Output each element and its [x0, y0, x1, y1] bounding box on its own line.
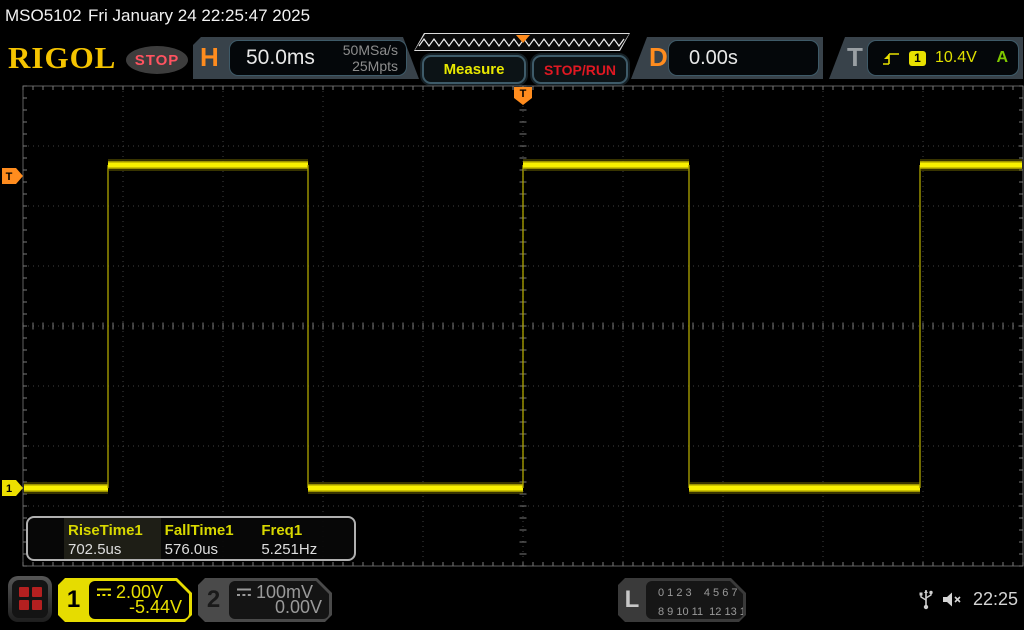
clock-text: 22:25 [973, 589, 1018, 610]
measurement-label: FallTime1 [165, 521, 258, 541]
usb-icon[interactable] [919, 588, 933, 610]
svg-text:T: T [520, 88, 527, 100]
measurement-label: Freq1 [261, 521, 354, 541]
measurement-label: RiseTime1 [68, 521, 161, 541]
channel2-badge[interactable]: 2 100mV 0.00V [198, 578, 332, 622]
trigger-level-marker[interactable]: T [2, 168, 23, 184]
channel1-number: 1 [58, 578, 89, 622]
logic-analyzer-label: L [618, 578, 646, 622]
system-tray: 22:25 [919, 588, 1018, 610]
svg-text:T: T [6, 171, 13, 183]
channel1-badge[interactable]: 1 2.00V -5.44V [58, 578, 192, 622]
logic-channel-list: 0 1 2 3 4 5 6 7 8 9 10 11 12 13 14 15 [646, 581, 743, 619]
svg-text:1: 1 [6, 483, 12, 495]
measurement-panel[interactable]: RiseTime1 702.5us FallTime1 576.0us Freq… [26, 516, 356, 561]
logic-analyzer-badge[interactable]: L 0 1 2 3 4 5 6 7 8 9 10 11 12 13 14 15 [618, 578, 746, 622]
channel1-position-marker[interactable]: 1 [2, 480, 23, 496]
measurement-value: 702.5us [68, 541, 161, 559]
dc-coupling-icon [236, 587, 252, 598]
menu-button[interactable] [8, 576, 52, 622]
measurement-freq[interactable]: Freq1 5.251Hz [257, 518, 354, 559]
measurement-risetime[interactable]: RiseTime1 702.5us [64, 518, 161, 559]
speaker-muted-icon[interactable] [942, 591, 964, 608]
measurement-value: 5.251Hz [261, 541, 354, 559]
trigger-position-flag[interactable]: T [514, 87, 532, 105]
oscilloscope-screen: MSO5102 Fri January 24 22:25:47 2025 RIG… [0, 0, 1024, 630]
measurement-falltime[interactable]: FallTime1 576.0us [161, 518, 258, 559]
channel2-info: 100mV 0.00V [229, 581, 329, 619]
channel1-offset: -5.44V [129, 597, 182, 618]
measurement-value: 576.0us [165, 541, 258, 559]
logic-row1: 0 1 2 3 4 5 6 7 [658, 587, 738, 599]
channel2-number: 2 [198, 578, 229, 622]
channel1-info: 2.00V -5.44V [89, 581, 189, 619]
menu-grid-icon [12, 580, 48, 618]
channel2-offset: 0.00V [275, 597, 322, 618]
dc-coupling-icon [96, 587, 112, 598]
